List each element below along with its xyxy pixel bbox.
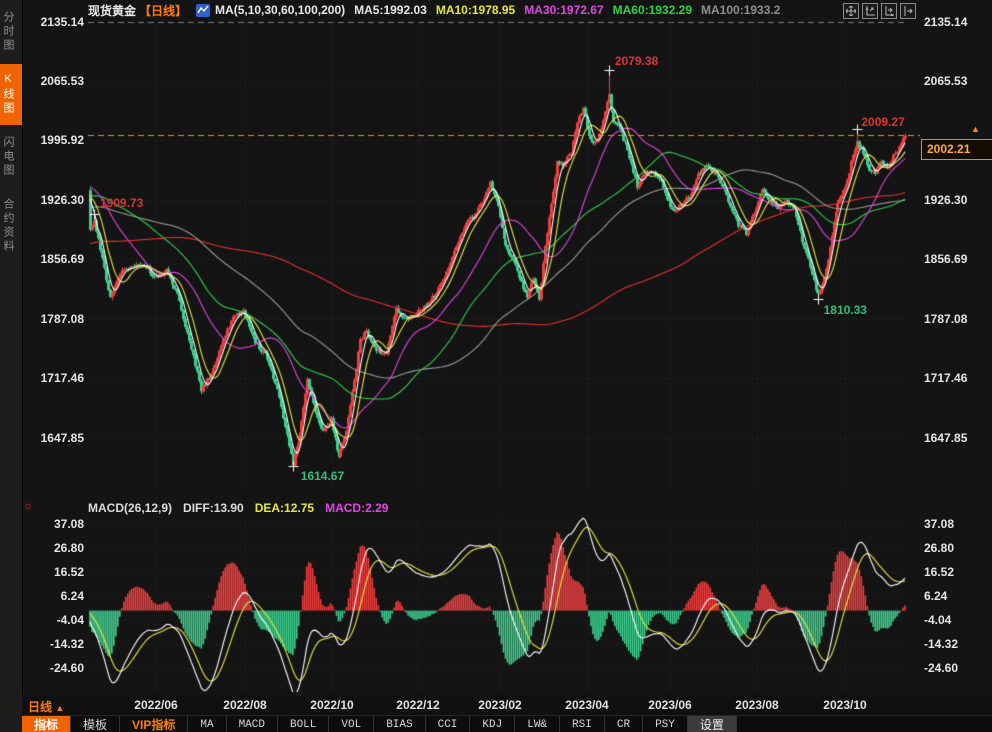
price-annotation-2079-38: 2079.38 <box>615 54 658 68</box>
macd-header: MACD(26,12,9) DIFF:13.90 DEA:12.75 MACD:… <box>88 501 388 515</box>
app-window: 分时图K线图闪电图合约资料 现货黄金 【日线】 MA(5,10,30,60,10… <box>0 0 992 732</box>
x-axis-label-5: 2023/04 <box>552 698 622 712</box>
chart-header: 现货黄金 【日线】 MA(5,10,30,60,100,200) MA5:199… <box>88 2 780 18</box>
crosshair-move-icon[interactable] <box>843 3 859 19</box>
ma-value-ma100: MA100:1933.2 <box>701 3 780 17</box>
macd-y-tick-left-0: 37.08 <box>24 517 84 531</box>
symbol-title: 现货黄金 <box>88 2 136 19</box>
main-y-tick-right-4: 1787.08 <box>924 312 986 326</box>
sun-marker-icon: ☼ <box>23 500 33 512</box>
main-y-tick-left-5: 1787.08 <box>24 312 84 326</box>
macd-dea-value: DEA:12.75 <box>255 501 314 515</box>
ma-value-ma5: MA5:1992.03 <box>354 3 427 17</box>
kline-chart-canvas[interactable] <box>0 0 992 732</box>
macd-diff-value: DIFF:13.90 <box>183 501 244 515</box>
toolbar-item-cci[interactable]: CCI <box>426 716 471 732</box>
toolbar-item-rsi[interactable]: RSI <box>560 716 605 732</box>
price-annotation-2009-27: 2009.27 <box>861 115 904 129</box>
x-axis-label-8: 2023/10 <box>810 698 880 712</box>
period-tag: 【日线】 <box>139 2 187 19</box>
macd-y-tick-left-6: -24.60 <box>24 661 84 675</box>
main-y-tick-left-4: 1856.69 <box>24 252 84 266</box>
toolbar-item-cr[interactable]: CR <box>605 716 643 732</box>
price-annotation-1909-73: 1909.73 <box>100 196 143 210</box>
main-y-tick-right-3: 1856.69 <box>924 252 986 266</box>
macd-y-tick-right-5: -14.32 <box>924 637 986 651</box>
x-axis-label-6: 2023/06 <box>635 698 705 712</box>
main-y-tick-right-1: 2065.53 <box>924 74 986 88</box>
sidebar-tab-kline[interactable]: K线图 <box>0 64 22 125</box>
axis-scale-right-icon[interactable] <box>881 3 897 19</box>
main-y-tick-left-1: 2065.53 <box>24 74 84 88</box>
current-price-box: 2002.21 <box>921 139 992 160</box>
ma-value-ma10: MA10:1978.95 <box>436 3 515 17</box>
main-y-tick-right-5: 1717.46 <box>924 371 986 385</box>
price-annotation-1614-67: 1614.67 <box>301 469 344 483</box>
current-price-value: 2002.21 <box>927 142 970 156</box>
toolbar-item-indicator[interactable]: 指标 <box>22 716 71 732</box>
toolbar-item-macd[interactable]: MACD <box>227 716 278 732</box>
macd-macd-value: MACD:2.29 <box>325 501 388 515</box>
triangle-up-icon: ▲ <box>55 703 64 713</box>
x-axis-label-7: 2023/08 <box>722 698 792 712</box>
ma-values: MA5:1992.03 MA10:1978.95 MA30:1972.67 MA60:… <box>354 3 780 17</box>
shift-right-icon[interactable] <box>900 3 916 19</box>
macd-y-tick-left-3: 6.24 <box>24 589 84 603</box>
macd-y-tick-left-1: 26.80 <box>24 541 84 555</box>
macd-y-tick-right-4: -4.04 <box>924 613 986 627</box>
x-axis-label-3: 2022/12 <box>383 698 453 712</box>
sidebar-tab-flash[interactable]: 闪电图 <box>0 127 22 187</box>
left-sidebar: 分时图K线图闪电图合约资料 <box>0 0 23 732</box>
toolbar-item-vol[interactable]: VOL <box>329 716 374 732</box>
toolbar-item-ma[interactable]: MA <box>188 716 226 732</box>
ma-params-label: MA(5,10,30,60,100,200) <box>215 3 345 17</box>
x-axis-label-0: 2022/06 <box>121 698 191 712</box>
header-toolbar <box>843 3 916 19</box>
price-up-arrow-icon: ▲ <box>971 124 980 134</box>
macd-y-tick-left-2: 16.52 <box>24 565 84 579</box>
toolbar-item-settings[interactable]: 设置 <box>688 716 737 732</box>
main-y-tick-left-2: 1995.92 <box>24 133 84 147</box>
main-y-tick-left-0: 2135.14 <box>24 15 84 29</box>
price-annotation-1810-33: 1810.33 <box>824 303 867 317</box>
x-axis-label-1: 2022/08 <box>210 698 280 712</box>
macd-y-tick-right-1: 26.80 <box>924 541 986 555</box>
x-axis-label-4: 2023/02 <box>465 698 535 712</box>
indicator-toolbar: 指标模板VIP指标MAMACDBOLLVOLBIASCCIKDJLW&RSICR… <box>22 715 992 732</box>
ma-value-ma60: MA60:1932.29 <box>613 3 692 17</box>
macd-y-tick-right-3: 6.24 <box>924 589 986 603</box>
ma-value-ma30: MA30:1972.67 <box>524 3 603 17</box>
toolbar-item-bias[interactable]: BIAS <box>374 716 425 732</box>
main-y-tick-left-6: 1717.46 <box>24 371 84 385</box>
macd-params-label: MACD(26,12,9) <box>88 501 172 515</box>
macd-y-tick-left-4: -4.04 <box>24 613 84 627</box>
main-y-tick-right-0: 2135.14 <box>924 15 986 29</box>
toolbar-item-boll[interactable]: BOLL <box>278 716 329 732</box>
toolbar-item-template[interactable]: 模板 <box>71 716 120 732</box>
period-selector[interactable]: 日线 ▲ <box>28 698 64 715</box>
main-y-tick-right-6: 1647.85 <box>924 431 986 445</box>
toolbar-item-vip-indicator[interactable]: VIP指标 <box>120 716 188 732</box>
macd-y-tick-right-6: -24.60 <box>924 661 986 675</box>
main-y-tick-right-2: 1926.30 <box>924 193 986 207</box>
toolbar-item-kdj[interactable]: KDJ <box>470 716 515 732</box>
x-axis-label-2: 2022/10 <box>297 698 367 712</box>
sidebar-tab-timeshare[interactable]: 分时图 <box>0 2 22 62</box>
axis-scale-left-icon[interactable] <box>862 3 878 19</box>
line-chart-icon <box>196 4 210 17</box>
macd-y-tick-right-2: 16.52 <box>924 565 986 579</box>
sidebar-tab-contract-info[interactable]: 合约资料 <box>0 189 22 263</box>
toolbar-item-psy[interactable]: PSY <box>643 716 688 732</box>
macd-y-tick-left-5: -14.32 <box>24 637 84 651</box>
toolbar-item-lwr[interactable]: LW& <box>515 716 560 732</box>
macd-y-tick-right-0: 37.08 <box>924 517 986 531</box>
main-y-tick-left-3: 1926.30 <box>24 193 84 207</box>
main-y-tick-left-7: 1647.85 <box>24 431 84 445</box>
